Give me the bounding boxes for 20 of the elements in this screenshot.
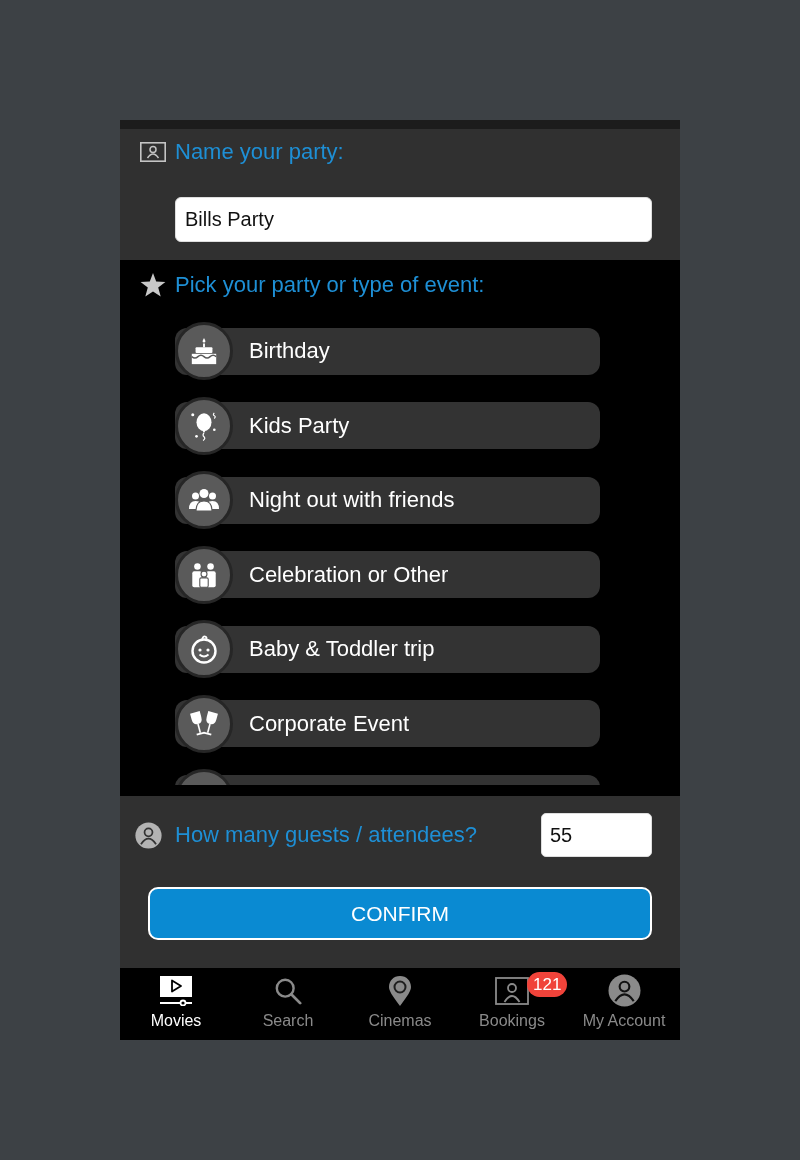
location-pin-icon xyxy=(388,974,412,1007)
id-card-icon xyxy=(495,976,529,1005)
tab-bar-item[interactable]: Movies xyxy=(120,968,232,1040)
tab-bar-item[interactable]: Search xyxy=(232,968,344,1040)
guests-label: How many guests / attendees? xyxy=(175,822,479,848)
section-title: Pick your party or type of event: xyxy=(175,272,485,298)
tab-bar-item[interactable]: Bookings 121 xyxy=(456,968,568,1040)
confirm-button[interactable]: CONFIRM xyxy=(148,887,652,940)
id-card-icon xyxy=(140,142,166,162)
account-icon xyxy=(607,974,641,1007)
video-play-icon xyxy=(159,975,193,1006)
tab-bar-item[interactable]: My Account xyxy=(568,968,680,1040)
section-title: Name your party: xyxy=(175,139,344,165)
search-icon xyxy=(274,976,302,1005)
count-badge: 121 xyxy=(527,972,568,997)
guests-count-field[interactable]: 55 xyxy=(541,813,652,857)
tab-bar-item[interactable]: Cinemas xyxy=(344,968,456,1040)
party-name-field[interactable]: Bills Party xyxy=(175,197,652,242)
person-icon xyxy=(135,821,162,849)
star-icon xyxy=(140,272,166,298)
